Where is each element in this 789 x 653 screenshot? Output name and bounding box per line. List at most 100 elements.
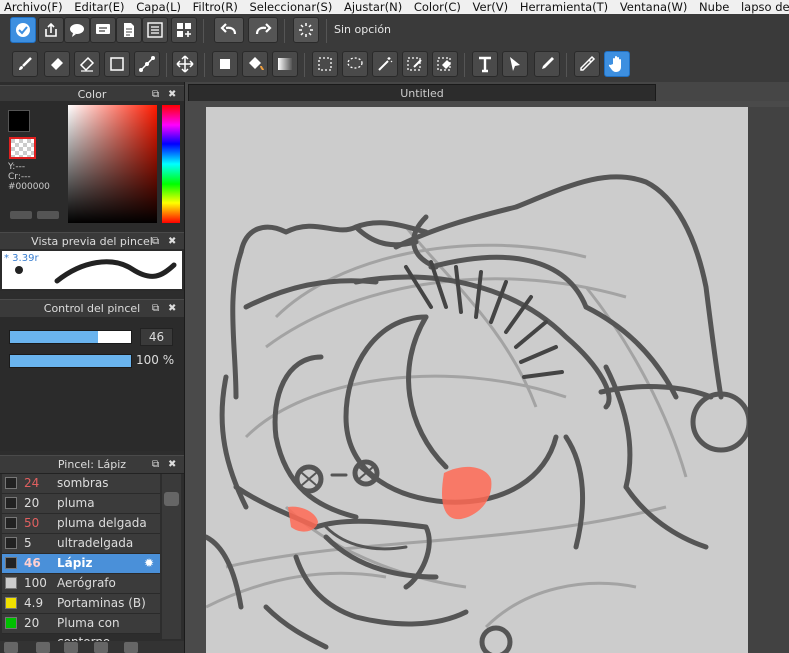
brush-list-item[interactable]: 50 pluma delgada: [2, 514, 160, 534]
brush-icon[interactable]: [12, 51, 38, 77]
pen-icon[interactable]: [534, 51, 560, 77]
color-option-button[interactable]: [10, 211, 32, 219]
brush-control-header: Control del pincel ⧉ ✖: [0, 299, 184, 318]
brush-color-swatch: [5, 577, 17, 589]
menu-lapso[interactable]: lapso de: [737, 1, 789, 14]
close-icon[interactable]: ✖: [168, 300, 176, 317]
text-icon[interactable]: [472, 51, 498, 77]
rectangle-icon[interactable]: [104, 51, 130, 77]
brush-size-input[interactable]: 46: [140, 328, 173, 346]
menu-filtro[interactable]: Filtro(R): [189, 1, 242, 14]
folder-brush-icon[interactable]: [64, 642, 78, 653]
message-icon[interactable]: [90, 17, 116, 43]
hue-slider[interactable]: [162, 105, 180, 223]
brush-dot: [15, 266, 23, 274]
fill-rect-icon[interactable]: [212, 51, 238, 77]
bucket-icon[interactable]: [242, 51, 268, 77]
gradient-icon[interactable]: [272, 51, 298, 77]
brush-list-header: Pincel: Lápiz ⧉ ✖: [0, 455, 184, 474]
saturation-value-picker[interactable]: [68, 105, 157, 223]
brush-opacity-value: 100 %: [136, 353, 175, 367]
brush-size-number: 20: [24, 616, 40, 630]
brush-list-item[interactable]: 20 pluma: [2, 494, 160, 514]
brush-list-item[interactable]: 20Pluma con contorno: [2, 614, 160, 649]
move-icon[interactable]: [172, 51, 198, 77]
add-brush-icon[interactable]: [4, 642, 18, 653]
brush-list-item[interactable]: 100 Aerógrafo: [2, 574, 160, 594]
brush-size-slider[interactable]: [9, 330, 132, 344]
undo-icon[interactable]: [214, 17, 244, 43]
brush-list-item[interactable]: 5 ultradelgada: [2, 534, 160, 554]
y-value: Y:---: [8, 162, 26, 172]
foreground-color-swatch[interactable]: [8, 110, 30, 132]
toolbar-separator: [464, 53, 465, 77]
comment-icon[interactable]: [64, 17, 90, 43]
drawing-canvas[interactable]: [206, 107, 748, 653]
document-tab[interactable]: Untitled: [188, 84, 656, 102]
brush-settings-gear-icon[interactable]: ✹: [144, 554, 154, 573]
eraser-icon[interactable]: [44, 51, 70, 77]
close-icon[interactable]: ✖: [168, 456, 176, 473]
eyedropper-icon[interactable]: [574, 51, 600, 77]
loading-icon[interactable]: [293, 17, 319, 43]
transparent-color-swatch[interactable]: [9, 137, 36, 159]
select-eraser-icon[interactable]: [432, 51, 458, 77]
duplicate-brush-icon[interactable]: [36, 642, 50, 653]
operation-icon[interactable]: [502, 51, 528, 77]
brush-color-swatch: [5, 477, 17, 489]
brush-color-swatch: [5, 597, 17, 609]
close-icon[interactable]: ✖: [168, 233, 176, 250]
document-icon[interactable]: [116, 17, 142, 43]
redo-icon[interactable]: [248, 17, 278, 43]
menu-herramienta[interactable]: Herramienta(T): [516, 1, 612, 14]
lasso-icon[interactable]: [342, 51, 368, 77]
menu-capa[interactable]: Capa(L): [132, 1, 185, 14]
brush-size-fill: [10, 331, 98, 343]
share-icon[interactable]: [38, 17, 64, 43]
tool-toolbar: [0, 47, 789, 83]
rect-select-icon[interactable]: [312, 51, 338, 77]
menu-ver[interactable]: Ver(V): [469, 1, 513, 14]
brush-list-item[interactable]: 24 sombras: [2, 474, 160, 494]
scrollbar-thumb[interactable]: [164, 492, 179, 506]
toolbar-separator: [326, 19, 327, 43]
menu-color[interactable]: Color(C): [410, 1, 465, 14]
popout-icon[interactable]: ⧉: [152, 456, 159, 473]
canvas-margin: [748, 107, 789, 653]
soft-eraser-icon[interactable]: [74, 51, 100, 77]
brush-opacity-slider[interactable]: [9, 354, 132, 368]
brush-size-readout: * 3.39r: [4, 253, 39, 264]
brush-size-number: 50: [24, 516, 40, 530]
brush-list-item[interactable]: 46 Lápiz ✹: [2, 554, 160, 574]
color-option-button[interactable]: [37, 211, 59, 219]
brush-control-title: Control del pincel: [43, 302, 141, 315]
menu-editar[interactable]: Editar(E): [70, 1, 128, 14]
brush-list-item[interactable]: 4.9 Portaminas (B): [2, 594, 160, 614]
popout-icon[interactable]: ⧉: [152, 300, 159, 317]
check-icon[interactable]: [10, 17, 36, 43]
magic-wand-icon[interactable]: [372, 51, 398, 77]
menu-ajustar[interactable]: Ajustar(N): [340, 1, 406, 14]
hand-icon[interactable]: [604, 51, 630, 77]
brush-folder-icon[interactable]: [124, 642, 138, 653]
top-toolbar: [0, 14, 789, 48]
menu-ventana[interactable]: Ventana(W): [616, 1, 692, 14]
brush-color-swatch: [5, 517, 17, 529]
brush-settings-icon[interactable]: [94, 642, 108, 653]
toolbar-separator: [166, 53, 167, 77]
menu-archivo[interactable]: Archivo(F): [0, 1, 67, 14]
checklist-icon[interactable]: [142, 17, 168, 43]
brush-preview-title: Vista previa del pincel: [31, 235, 153, 248]
brush-size-number: 4.9: [24, 596, 44, 610]
menu-nube[interactable]: Nube: [695, 1, 733, 14]
toolbar-separator: [566, 53, 567, 77]
sketch-artwork: [206, 174, 748, 653]
brush-name: ultradelgada: [57, 536, 134, 550]
grid-icon[interactable]: [171, 17, 197, 43]
line-icon[interactable]: [134, 51, 160, 77]
menu-bar: Archivo(F) Editar(E) Capa(L) Filtro(R) S…: [0, 0, 789, 14]
select-pen-icon[interactable]: [402, 51, 428, 77]
popout-icon[interactable]: ⧉: [152, 233, 159, 250]
menu-seleccionar[interactable]: Seleccionar(S): [245, 1, 336, 14]
brush-color-swatch: [5, 537, 17, 549]
